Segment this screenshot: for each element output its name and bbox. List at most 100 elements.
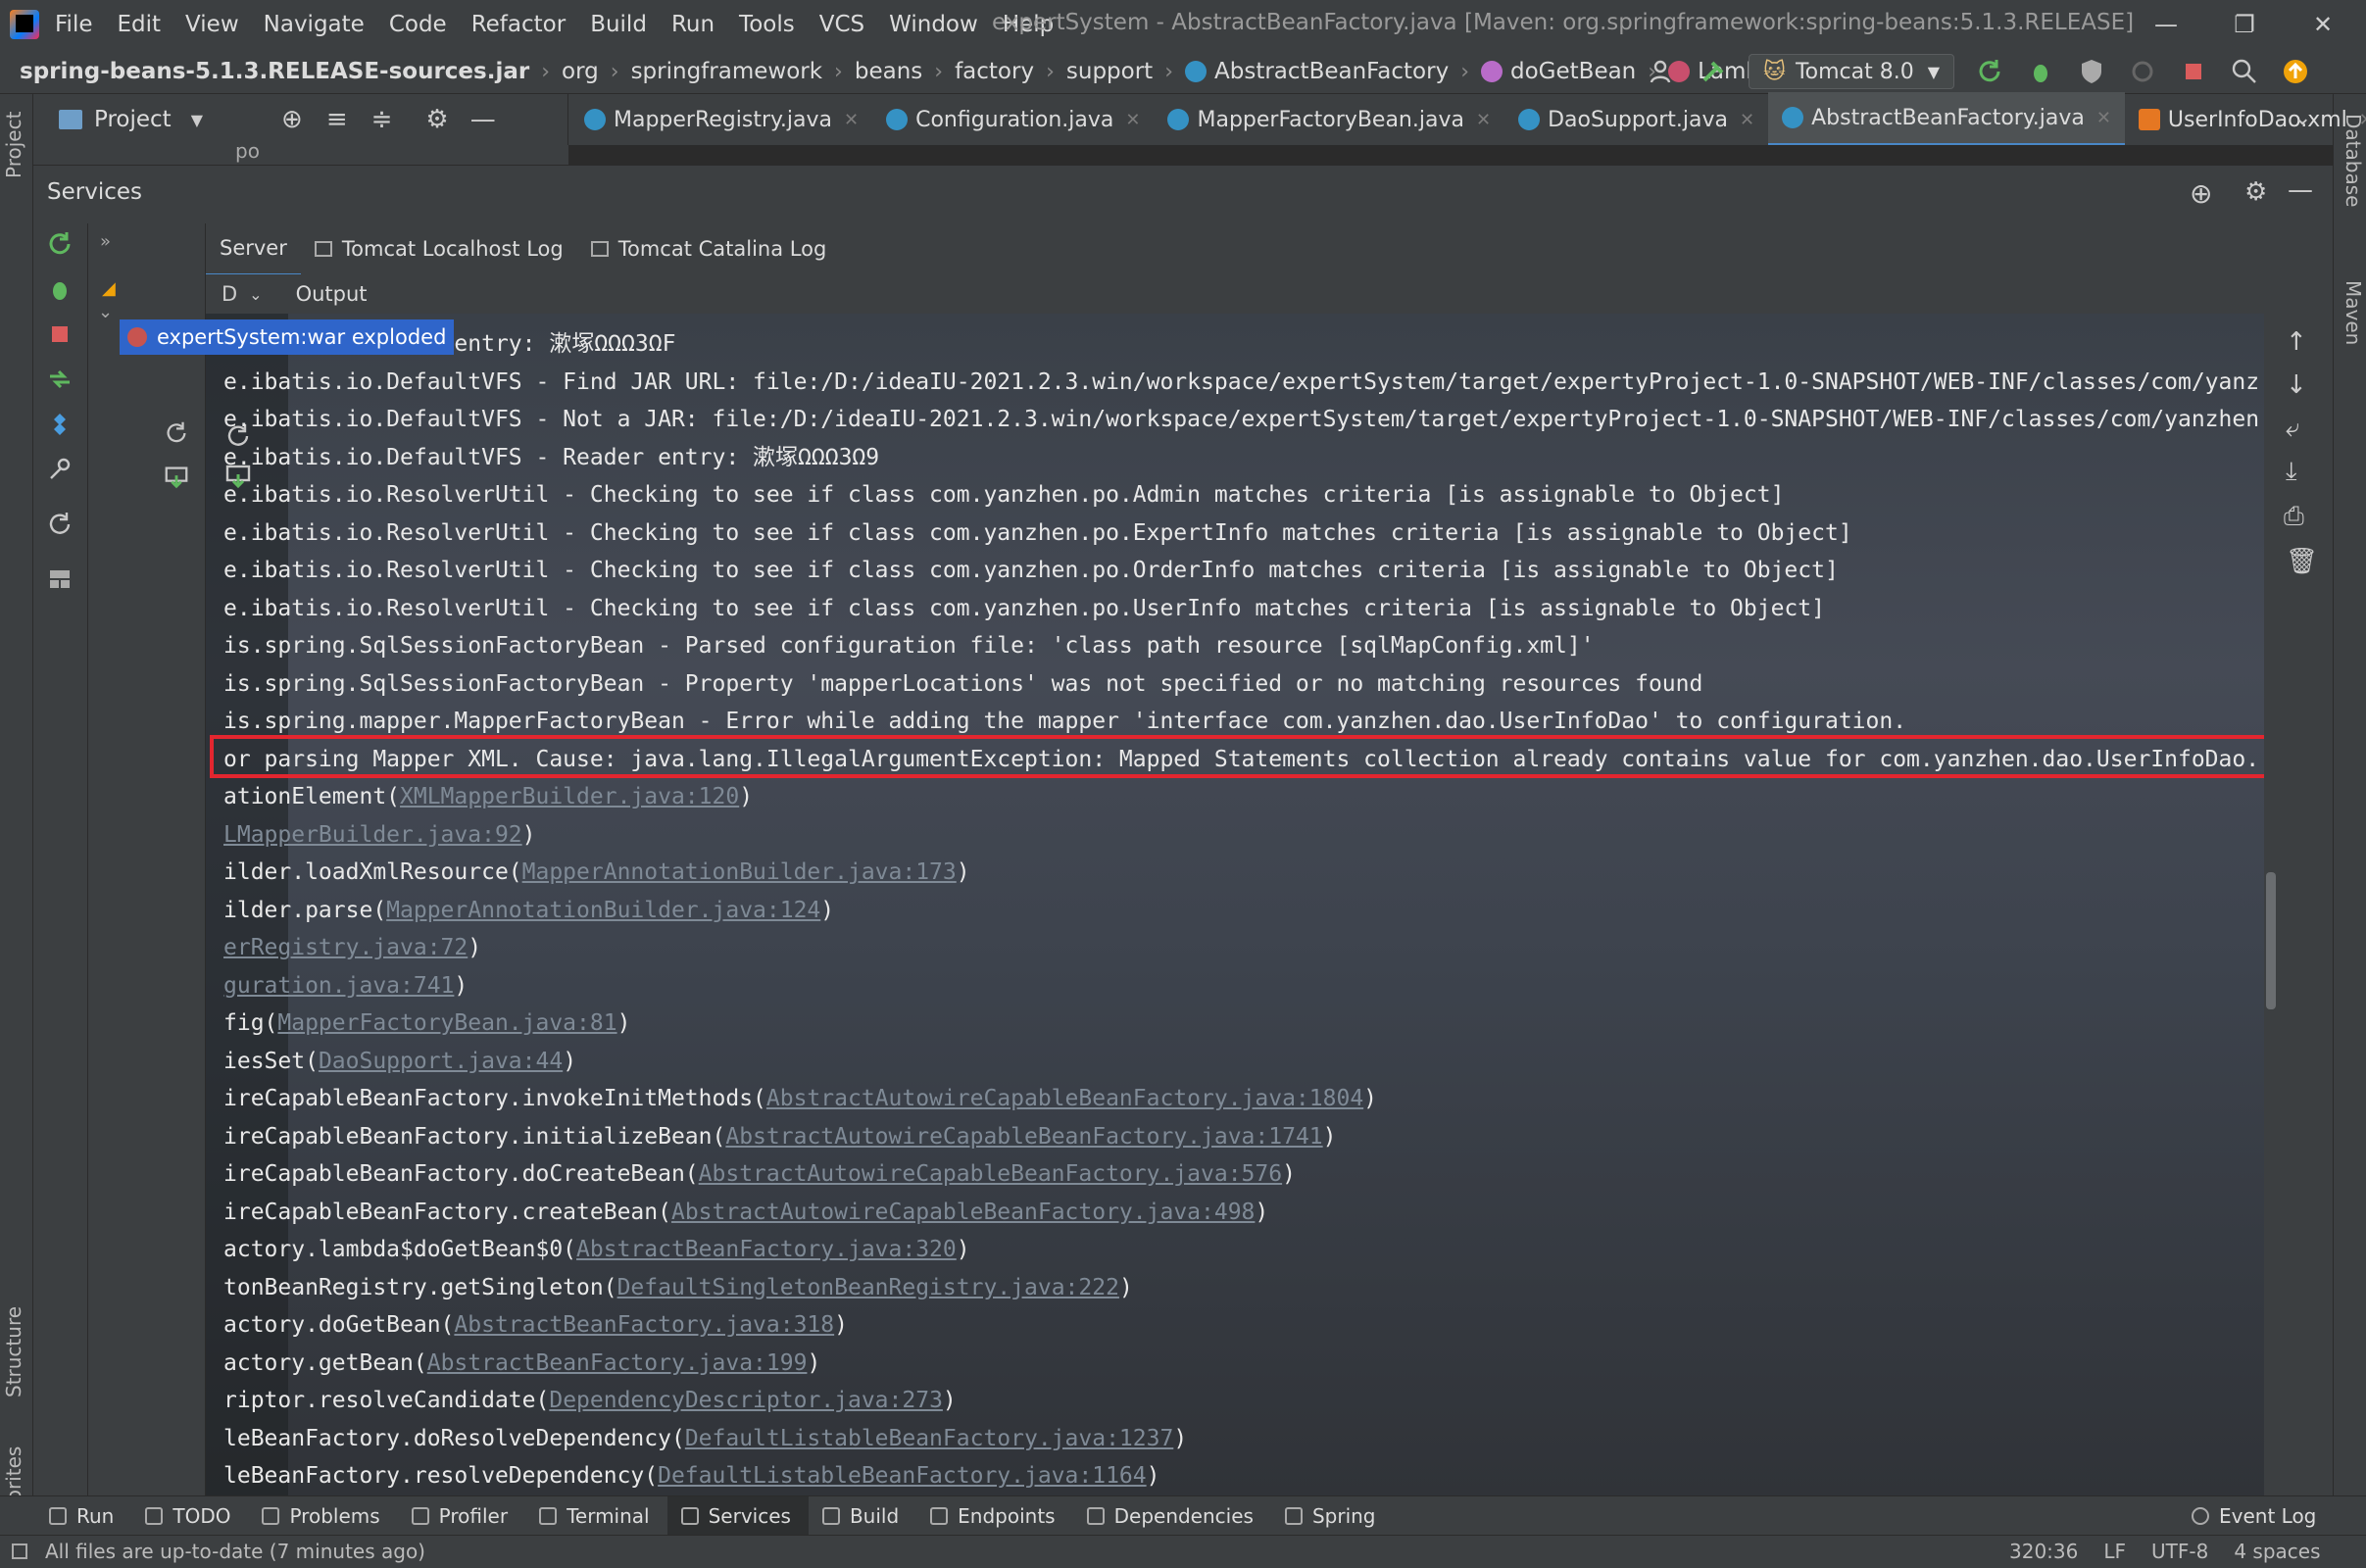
close-tab-icon[interactable]: ✕ (2359, 110, 2366, 130)
stacktrace-link[interactable]: guration.java:741 (223, 973, 454, 999)
tab-server[interactable]: Server (206, 222, 301, 276)
debug-bug-icon[interactable] (45, 274, 74, 304)
stop-icon[interactable] (2174, 52, 2213, 91)
expand-icon[interactable]: » (100, 231, 111, 252)
stacktrace-link[interactable]: AbstractBeanFactory.java:199 (427, 1350, 808, 1376)
breadcrumb-item[interactable]: factory (955, 59, 1034, 84)
stacktrace-link[interactable]: DefaultSingletonBeanRegistry.java:222 (617, 1275, 1119, 1300)
scroll-down-icon[interactable]: ↓ (2286, 370, 2307, 400)
print-icon[interactable]: ⎙ (2284, 502, 2304, 532)
tool-tab-run[interactable]: Run (35, 1496, 131, 1536)
run-config-select[interactable]: 🐱 Tomcat 8.0 ▼ (1749, 54, 1955, 89)
tool-tab-build[interactable]: Build (809, 1496, 916, 1536)
event-log-button[interactable]: Event Log (2192, 1501, 2316, 1531)
refresh-icon[interactable] (45, 510, 74, 539)
close-tab-icon[interactable]: ✕ (1476, 110, 1491, 130)
breadcrumb-item[interactable]: doGetBean (1510, 59, 1636, 84)
menu-view[interactable]: View (185, 12, 239, 37)
indent-setting[interactable]: 4 spaces (2234, 1540, 2320, 1563)
menu-vcs[interactable]: VCS (819, 12, 864, 37)
tab-mapperregistry-java[interactable]: MapperRegistry.java ✕ (570, 94, 872, 145)
stacktrace-link[interactable]: AbstractAutowireCapableBeanFactory.java:… (725, 1124, 1322, 1150)
build-hammer-icon[interactable] (1694, 52, 1733, 91)
close-tab-icon[interactable]: ✕ (2096, 108, 2111, 128)
update-app-icon[interactable] (163, 463, 190, 490)
tool-tab-profiler[interactable]: Profiler (398, 1496, 525, 1536)
stacktrace-link[interactable]: LMapperBuilder.java:92 (223, 822, 522, 848)
file-encoding[interactable]: UTF-8 (2151, 1540, 2208, 1563)
menu-file[interactable]: File (55, 12, 93, 37)
stacktrace-link[interactable]: AbstractBeanFactory.java:318 (454, 1312, 834, 1338)
stacktrace-link[interactable]: DefaultListableBeanFactory.java:1164 (658, 1463, 1147, 1489)
stacktrace-link[interactable]: AbstractAutowireCapableBeanFactory.java:… (671, 1200, 1255, 1225)
restore-button[interactable]: ❐ (2215, 6, 2274, 43)
maven-tool-tab[interactable]: Maven (2341, 280, 2365, 345)
add-service-icon[interactable]: ⊕ (2190, 177, 2212, 210)
structure-tool-tab[interactable]: Structure (2, 1306, 25, 1397)
tab-abstractbeanfactory-java[interactable]: AbstractBeanFactory.java ✕ (1768, 92, 2125, 147)
menu-edit[interactable]: Edit (118, 12, 162, 37)
tool-tab-problems[interactable]: Problems (248, 1496, 397, 1536)
collapse-all-icon[interactable]: ≑ (371, 105, 393, 134)
expand-all-icon[interactable]: ≡ (326, 105, 348, 134)
stacktrace-link[interactable]: MapperFactoryBean.java:81 (277, 1010, 616, 1036)
menu-window[interactable]: Window (889, 12, 978, 37)
breadcrumb-item[interactable]: AbstractBeanFactory (1214, 59, 1449, 84)
locate-icon[interactable]: ⊕ (281, 105, 303, 134)
scroll-to-end-icon[interactable]: ⤓ (2286, 457, 2297, 487)
group-icon[interactable] (45, 410, 74, 439)
stacktrace-link[interactable]: DefaultListableBeanFactory.java:1237 (685, 1426, 1174, 1451)
toggle-tool-windows-icon[interactable] (12, 1544, 27, 1559)
tab-list-chevron-icon[interactable]: ⌄ (2293, 106, 2311, 130)
deployment-item[interactable]: expertSystem:war exploded (120, 319, 455, 355)
tool-tab-dependencies[interactable]: Dependencies (1073, 1496, 1271, 1536)
menu-run[interactable]: Run (671, 12, 715, 37)
minimize-button[interactable]: — (2137, 6, 2195, 43)
menu-navigate[interactable]: Navigate (264, 12, 365, 37)
tool-tab-spring[interactable]: Spring (1271, 1496, 1394, 1536)
scroll-up-icon[interactable]: ↑ (2286, 327, 2307, 357)
chevron-down-icon[interactable]: ▼ (191, 111, 203, 129)
update-icon[interactable] (2276, 52, 2315, 91)
tool-tab-terminal[interactable]: Terminal (525, 1496, 667, 1536)
tab-tomcat-localhost-log[interactable]: Tomcat Localhost Log (301, 223, 577, 274)
deploy-icon[interactable] (45, 365, 74, 394)
output-label[interactable]: Output (296, 282, 368, 306)
console-scrollbar[interactable] (2266, 872, 2276, 1009)
rerun-icon[interactable] (45, 229, 74, 259)
console-output[interactable]: aultVFS - Reader entry: 漱塚ΩΩΩ3ΩF e.ibatis… (206, 314, 2264, 1495)
tab-userinfodao-xml[interactable]: UserInfoDao.xml ✕ (2125, 94, 2366, 145)
stacktrace-link[interactable]: AbstractAutowireCapableBeanFactory.java:… (766, 1086, 1363, 1111)
stacktrace-link[interactable]: AbstractAutowireCapableBeanFactory.java:… (699, 1161, 1282, 1187)
stacktrace-link[interactable]: erRegistry.java:72 (223, 935, 468, 960)
tool-tab-endpoints[interactable]: Endpoints (916, 1496, 1072, 1536)
menu-build[interactable]: Build (590, 12, 647, 37)
tree-item-po[interactable]: po (235, 145, 260, 163)
user-icon[interactable] (1643, 52, 1682, 91)
chevron-down-icon[interactable]: ⌄ (249, 285, 262, 304)
breadcrumb-item[interactable]: beans (855, 59, 922, 84)
soft-wrap-icon[interactable]: ⤶ (2286, 414, 2300, 444)
menu-code[interactable]: Code (389, 12, 447, 37)
project-view-selector[interactable]: Project (94, 107, 172, 132)
breadcrumb-item[interactable]: spring-beans-5.1.3.RELEASE-sources.jar (20, 59, 529, 84)
search-icon[interactable] (2225, 52, 2264, 91)
tab-configuration-java[interactable]: Configuration.java ✕ (872, 94, 1154, 145)
stacktrace-link[interactable]: MapperAnnotationBuilder.java:124 (386, 898, 820, 923)
stacktrace-link[interactable]: MapperAnnotationBuilder.java:173 (522, 859, 957, 885)
tool-tab-todo[interactable]: TODO (131, 1496, 248, 1536)
gear-icon[interactable]: ⚙ (2244, 177, 2267, 207)
debug-bug-icon[interactable] (2021, 52, 2060, 91)
layout-icon[interactable] (45, 564, 74, 594)
tab-mapperfactorybean-java[interactable]: MapperFactoryBean.java ✕ (1154, 94, 1504, 145)
hide-panel-icon[interactable]: — (2288, 175, 2313, 205)
chevron-down-icon[interactable]: ⌄ (98, 302, 113, 322)
hide-panel-icon[interactable]: — (470, 105, 496, 134)
stop-icon[interactable] (45, 319, 74, 349)
close-window-button[interactable]: ✕ (2293, 6, 2352, 43)
breadcrumb-item[interactable]: springframework (631, 59, 822, 84)
profile-icon[interactable] (2123, 52, 2162, 91)
breadcrumb-item[interactable]: support (1066, 59, 1153, 84)
menu-refactor[interactable]: Refactor (471, 12, 566, 37)
menu-tools[interactable]: Tools (739, 12, 795, 37)
